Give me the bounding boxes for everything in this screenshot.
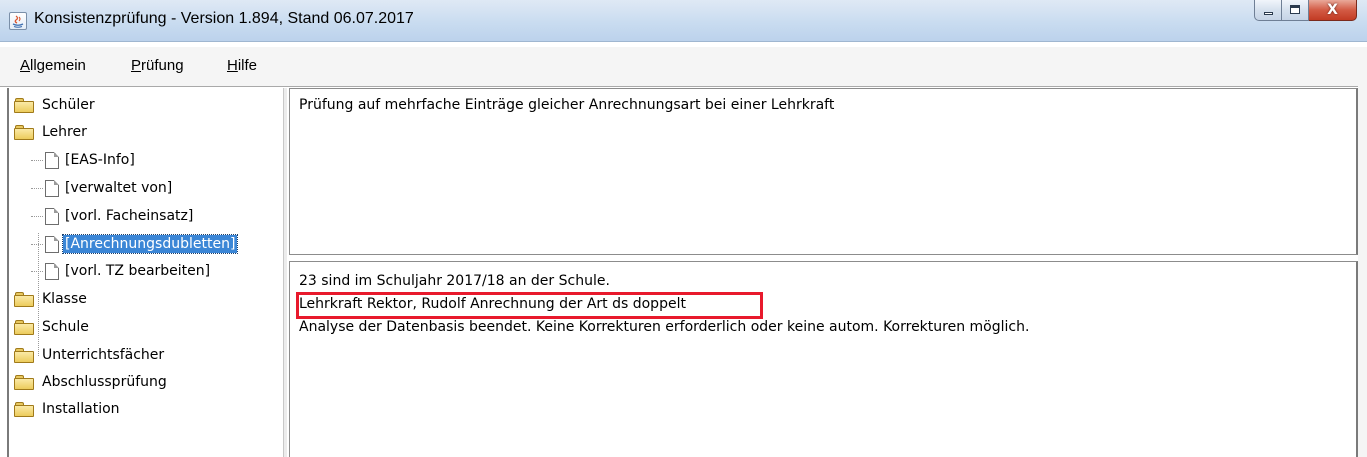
tree-item-anrechnungsdubletten[interactable]: [Anrechnungsdubletten] [45,232,239,256]
tree-item-lehrer[interactable]: Lehrer [14,120,89,144]
tree-connector [31,216,43,217]
window-controls: X [1254,0,1357,22]
menu-pruefung[interactable]: Prüfung [131,57,184,74]
minimize-icon [1264,12,1273,15]
category-tree: Schüler Lehrer [EAS-Info] [verwaltet von… [7,88,283,457]
tree-connector [31,244,43,245]
document-icon [45,235,59,253]
tree-item-verwaltet-von[interactable]: [verwaltet von] [45,176,174,200]
result-line: Analyse der Datenbasis beendet. Keine Ko… [299,319,1030,335]
menu-hilfe[interactable]: Hilfe [227,57,257,74]
tree-item-vorl-tz-bearbeiten[interactable]: [vorl. TZ bearbeiten] [45,259,212,283]
maximize-button[interactable] [1282,0,1309,21]
tree-item-klasse[interactable]: Klasse [14,287,89,311]
folder-icon [14,347,34,363]
tree-item-label: [verwaltet von] [65,180,173,196]
tree-connector [31,188,43,189]
document-icon [45,151,59,169]
tree-item-label: [Anrechnungsdubletten] [61,234,239,254]
tree-item-schule[interactable]: Schule [14,315,91,339]
window-border [1358,47,1367,457]
tree-connector [31,160,43,161]
folder-icon [14,401,34,417]
title-bar: Konsistenzprüfung - Version 1.894, Stand… [0,0,1367,42]
document-icon [45,207,59,225]
tree-item-vorl-facheinsatz[interactable]: [vorl. Facheinsatz] [45,204,195,228]
tree-item-installation[interactable]: Installation [14,397,122,421]
folder-icon [14,291,34,307]
window-title: Konsistenzprüfung - Version 1.894, Stand… [34,10,414,27]
folder-icon [14,374,34,390]
tree-item-label: [EAS-Info] [65,152,135,168]
split-pane-divider[interactable] [283,88,287,457]
description-panel[interactable]: Prüfung auf mehrfache Einträge gleicher … [289,88,1358,255]
tree-item-label: [vorl. TZ bearbeiten] [65,263,211,279]
close-button[interactable]: X [1309,0,1357,21]
menu-allgemein[interactable]: Allgemein [20,57,86,74]
folder-icon [14,319,34,335]
tree-item-abschlusspruefung[interactable]: Abschlussprüfung [14,370,169,394]
tree-item-label: Lehrer [42,124,87,140]
tree-item-label: Schule [42,319,89,335]
tree-item-label: Abschlussprüfung [42,374,167,390]
menu-bar: Allgemein Prüfung Hilfe [0,47,1367,87]
result-panel[interactable]: 23 sind im Schuljahr 2017/18 an der Schu… [289,261,1358,457]
tree-item-label: [vorl. Facheinsatz] [65,208,194,224]
tree-item-unterrichtsfaecher[interactable]: Unterrichtsfächer [14,343,166,367]
result-line: 23 sind im Schuljahr 2017/18 an der Schu… [299,273,610,289]
tree-item-label: Installation [42,401,120,417]
tree-item-schueler[interactable]: Schüler [14,93,97,117]
tree-connector [31,271,43,272]
tree-item-label: Schüler [42,97,95,113]
maximize-icon [1290,5,1300,14]
folder-icon [14,97,34,113]
description-text: Prüfung auf mehrfache Einträge gleicher … [299,97,835,113]
folder-icon [14,124,34,140]
minimize-button[interactable] [1254,0,1282,21]
tree-item-label: Klasse [42,291,87,307]
close-icon: X [1327,2,1338,18]
document-icon [45,179,59,197]
tree-item-eas-info[interactable]: [EAS-Info] [45,148,137,172]
document-icon [45,262,59,280]
highlight-annotation [296,292,763,319]
tree-item-label: Unterrichtsfächer [42,347,165,363]
java-icon[interactable] [9,12,27,30]
